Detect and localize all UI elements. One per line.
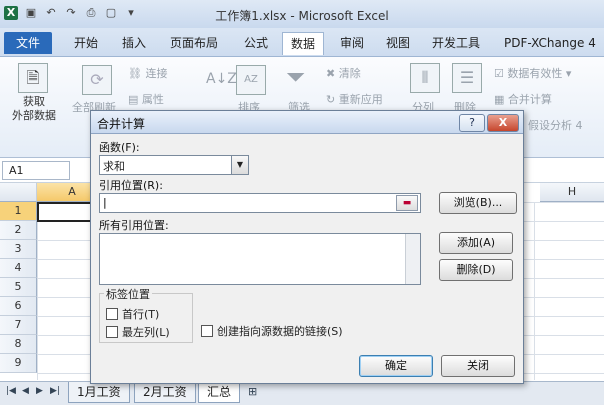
reference-input[interactable]: ▬ [99,193,421,213]
checkbox-box[interactable] [201,325,213,337]
sort-az-icon[interactable]: A↓Z [206,71,237,87]
reapply-label: 重新应用 [338,93,383,106]
data-validation-button[interactable]: ☑ 数据有效性 ▾ [494,65,571,81]
what-if-button[interactable]: 假设分析 4 [528,117,583,133]
clear-button[interactable]: ✖ 清除 [326,65,361,81]
filter-icon: ⏷ [286,63,306,91]
tab-data[interactable]: 数据 [282,32,325,55]
consolidate-button[interactable]: ▦ 合并计算 [494,91,552,107]
label-position-title: 标签位置 [104,286,152,302]
sheet-tab-summary[interactable]: 汇总 [198,382,241,403]
tab-formulas[interactable]: 公式 [236,32,276,54]
help-button[interactable]: ? [459,114,485,132]
name-box[interactable]: A1 [2,161,70,180]
checkbox-box[interactable] [106,326,118,338]
prev-sheet-icon[interactable]: ◀ [22,386,29,396]
external-data-icon: 🗎 [18,63,48,93]
ok-button[interactable]: 确定 [359,355,433,377]
connections-button[interactable]: ⛓ 连接 [128,65,167,81]
browse-button[interactable]: 浏览(B)... [439,192,517,214]
get-external-data-label: 获取 外部数据 [12,95,56,122]
tab-developer[interactable]: 开发工具 [424,32,488,54]
row-header[interactable]: 5 [0,278,37,297]
sort-icon: AZ [236,65,266,95]
function-select[interactable]: 求和 ▼ [99,155,249,175]
what-if-number: 4 [575,119,583,132]
close-button[interactable]: 关闭 [441,355,515,377]
tab-pdf-xchange[interactable]: PDF-XChange 4 [496,32,604,54]
properties-button[interactable]: ▤ 属性 [128,91,164,107]
create-links-label: 创建指向源数据的链接(S) [217,325,343,338]
row-header[interactable]: 9 [0,354,37,373]
tab-file[interactable]: 文件 [4,32,53,54]
consolidate-dialog: 合并计算 ? X 函数(F): 求和 ▼ 引用位置(R): ▬ 浏览(B)...… [90,110,524,384]
title-bar: X ▣ ↶ ↷ ⎙ ▢ ▾ 工作簿1.xlsx - Microsoft Exce… [0,0,604,28]
clear-label: 清除 [338,67,361,80]
connections-label: 连接 [145,67,168,80]
dialog-title: 合并计算 [97,117,146,131]
ribbon-tabs: 文件 开始 插入 页面布局 公式 数据 审阅 视图 开发工具 PDF-XChan… [0,28,604,57]
label-position-group: 标签位置 首行(T) 最左列(L) [99,286,193,343]
dialog-title-bar[interactable]: 合并计算 ? X [91,111,523,134]
add-button[interactable]: 添加(A) [439,232,513,254]
select-all-corner[interactable] [0,183,37,202]
sheet-tab-jan-salary[interactable]: 1月工资 [68,382,130,403]
all-references-list[interactable] [99,233,421,285]
first-row-checkbox[interactable]: 首行(T) [106,306,159,322]
tab-page-layout[interactable]: 页面布局 [162,32,226,54]
checkbox-box[interactable] [106,308,118,320]
row-header[interactable]: 2 [0,221,37,240]
column-header-h[interactable]: H [540,183,604,202]
tab-insert[interactable]: 插入 [114,32,154,54]
row-header[interactable]: 3 [0,240,37,259]
create-links-checkbox[interactable]: 创建指向源数据的链接(S) [201,323,343,339]
first-sheet-icon[interactable]: |◀ [6,386,16,396]
delete-button[interactable]: 删除(D) [439,259,513,281]
properties-label: 属性 [141,93,164,106]
function-label: 函数(F): [99,141,140,154]
row-header[interactable]: 8 [0,335,37,354]
first-row-label: 首行(T) [122,308,160,321]
tab-review[interactable]: 审阅 [332,32,372,54]
tab-home[interactable]: 开始 [66,32,106,54]
reapply-button[interactable]: ↻ 重新应用 [326,91,383,107]
what-if-label: 假设分析 [528,119,572,132]
reference-label: 引用位置(R): [99,179,163,192]
list-scrollbar[interactable] [405,234,420,284]
next-sheet-icon[interactable]: ▶ [36,386,43,396]
last-sheet-icon[interactable]: ▶| [50,386,60,396]
sheet-tab-bar: |◀ ◀ ▶ ▶| 1月工资 2月工资 汇总 ⊞ [0,381,604,405]
all-references-label: 所有引用位置: [99,219,169,232]
left-column-label: 最左列(L) [122,326,170,339]
data-validation-label: 数据有效性 [507,67,563,80]
window-title: 工作簿1.xlsx - Microsoft Excel [215,9,389,23]
reference-field[interactable] [100,194,396,210]
row-header[interactable]: 6 [0,297,37,316]
tab-view[interactable]: 视图 [378,32,418,54]
left-column-checkbox[interactable]: 最左列(L) [106,324,170,340]
refresh-icon: ⟳ [82,65,112,95]
insert-sheet-icon[interactable]: ⊞ [248,385,257,398]
get-external-data-button[interactable]: 🗎 [18,63,48,93]
function-value: 求和 [103,160,125,173]
row-header[interactable]: 1 [0,202,37,221]
remove-duplicates-icon: ☰ [452,63,482,93]
row-header[interactable]: 7 [0,316,37,335]
sheet-tab-feb-salary[interactable]: 2月工资 [134,382,196,403]
close-x-button[interactable]: X [487,114,519,132]
consolidate-label: 合并计算 [507,93,552,106]
row-header[interactable]: 4 [0,259,37,278]
text-to-columns-icon: ⫴ [410,63,440,93]
chevron-down-icon[interactable]: ▼ [231,156,248,174]
collapse-dialog-icon[interactable]: ▬ [396,195,418,211]
